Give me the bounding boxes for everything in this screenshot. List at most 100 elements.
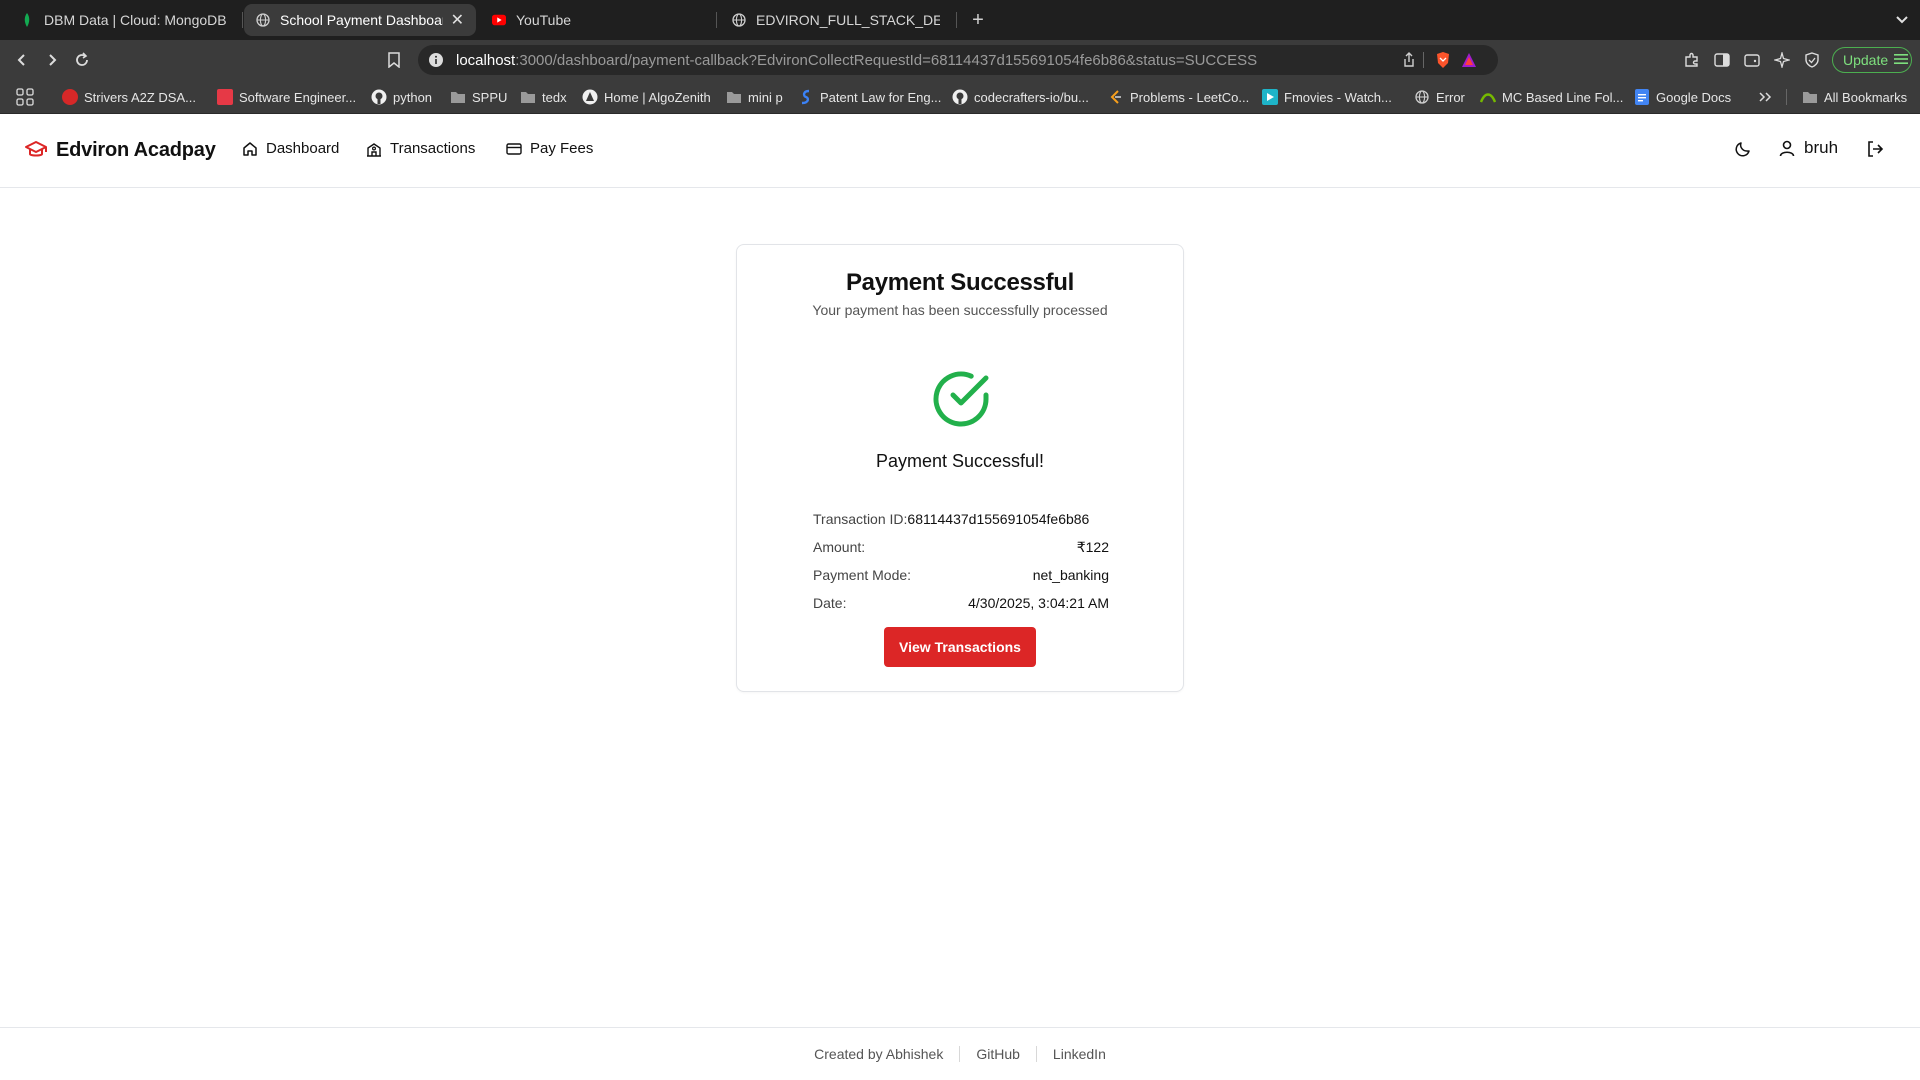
url-text[interactable]: localhost:3000/dashboard/payment-callbac… (456, 52, 1257, 69)
bookmark-google-docs[interactable]: Google Docs (1634, 88, 1731, 106)
bookmark-fmovies[interactable]: Fmovies - Watch... (1262, 88, 1392, 106)
logout-icon[interactable] (1866, 140, 1886, 160)
brand-logo-link[interactable]: Edviron Acadpay (24, 138, 216, 162)
chevron-down-icon[interactable] (1892, 8, 1912, 32)
transaction-id-row: Transaction ID: 68114437d155691054fe6b86 (813, 509, 1109, 529)
hamburger-menu-icon (1894, 52, 1909, 68)
algozenith-logo-icon (582, 89, 598, 105)
bookmark-label: Software Engineer... (239, 89, 357, 105)
footer-divider (959, 1046, 961, 1062)
bookmark-label: Fmovies - Watch... (1284, 89, 1392, 105)
brave-rewards-icon[interactable] (1460, 51, 1478, 69)
nav-dashboard[interactable]: Dashboard (242, 140, 339, 157)
close-tab-icon[interactable]: ✕ (443, 10, 464, 30)
tab-mongodb[interactable]: DBM Data | Cloud: MongoDB Cloud (8, 4, 240, 36)
bookmark-folder-sppu[interactable]: SPPU (450, 88, 507, 106)
payment-status-card: Payment Successful Your payment has been… (736, 244, 1184, 692)
tab-title: YouTube (516, 12, 572, 28)
payment-mode-value: net_banking (1032, 567, 1109, 583)
sidebar-icon[interactable] (1710, 48, 1734, 72)
bookmark-codecrafters[interactable]: codecrafters-io/bu... (952, 88, 1089, 106)
bookmark-label: python (393, 89, 433, 105)
folder-icon (726, 89, 742, 105)
linkedin-link[interactable]: LinkedIn (1053, 1046, 1106, 1062)
home-icon (243, 141, 257, 156)
bookmark-python[interactable]: python (371, 88, 432, 106)
all-bookmarks[interactable]: All Bookmarks (1802, 88, 1907, 106)
bookmark-patent-law[interactable]: Patent Law for Eng... (798, 88, 941, 106)
tab-title: EDVIRON_FULL_STACK_DEVELOPER (756, 12, 940, 28)
bookmark-label: Home | AlgoZenith (604, 89, 711, 105)
bookmark-leetcode[interactable]: Problems - LeetCo... (1108, 88, 1249, 106)
browser-tab-bar: DBM Data | Cloud: MongoDB Cloud School P… (0, 0, 1920, 40)
folder-icon (450, 89, 466, 105)
vpn-shield-icon[interactable] (1800, 48, 1824, 72)
bookmark-label: Error (1436, 89, 1465, 105)
bookmark-mc-line-follower[interactable]: MC Based Line Fol... (1480, 88, 1623, 106)
bookmark-label: Problems - LeetCo... (1130, 89, 1250, 105)
all-bookmarks-label: All Bookmarks (1824, 89, 1908, 105)
user-menu[interactable]: bruh (1778, 138, 1838, 158)
apps-grid-icon[interactable] (16, 88, 34, 106)
bookmark-icon[interactable] (382, 48, 406, 72)
tab-title: DBM Data | Cloud: MongoDB Cloud (44, 12, 228, 28)
bookmark-strivers[interactable]: Strivers A2Z DSA... (62, 88, 196, 106)
amount-value: ₹122 (1076, 538, 1109, 555)
url-host: localhost (456, 52, 516, 69)
forward-arrow-icon[interactable] (40, 48, 64, 72)
share-icon[interactable] (1400, 51, 1418, 69)
moon-icon[interactable] (1734, 140, 1754, 160)
tab-separator (242, 12, 243, 28)
brand-name: Edviron Acadpay (56, 138, 216, 161)
more-bookmarks-chevron-icon[interactable] (1758, 88, 1772, 106)
globe-icon (1414, 89, 1430, 105)
extensions-puzzle-icon[interactable] (1680, 48, 1704, 72)
address-bar[interactable]: localhost:3000/dashboard/payment-callbac… (418, 45, 1498, 75)
nav-pay-fees-label: Pay Fees (530, 140, 594, 157)
card-title: Payment Successful (845, 269, 1075, 296)
bookmark-label: Strivers A2Z DSA... (84, 89, 196, 105)
user-icon (1779, 140, 1795, 157)
github-link[interactable]: GitHub (976, 1046, 1020, 1062)
nav-pay-fees[interactable]: Pay Fees (506, 140, 593, 157)
update-label: Update (1843, 52, 1889, 68)
transaction-id-value: 68114437d155691054fe6b86 (907, 511, 1090, 527)
tab-youtube[interactable]: YouTube (480, 4, 712, 36)
app-navbar: Edviron Acadpay Dashboard Transactions P… (0, 114, 1920, 188)
tab-school-payment-dashboard[interactable]: School Payment Dashboard ✕ (244, 4, 476, 36)
github-icon (952, 89, 968, 105)
status-heading: Payment Successful! (875, 451, 1045, 471)
tab-separator (956, 12, 957, 28)
graduation-cap-icon (25, 141, 47, 157)
amount-label: Amount: (813, 539, 866, 555)
mongodb-leaf-icon (20, 13, 34, 27)
nav-transactions[interactable]: Transactions (366, 140, 475, 157)
bookmark-folder-mini-p[interactable]: mini p (726, 88, 783, 106)
update-button[interactable]: Update (1832, 47, 1912, 73)
bookmark-software-engineer[interactable]: Software Engineer... (217, 88, 356, 106)
payment-mode-row: Payment Mode: net_banking (813, 565, 1109, 585)
username: bruh (1804, 138, 1839, 157)
site-info-icon[interactable] (428, 52, 444, 68)
google-docs-icon (1634, 89, 1650, 105)
created-by-text: Created by Abhishek (814, 1046, 944, 1062)
bookmark-error[interactable]: Error (1414, 88, 1465, 106)
nav-dashboard-label: Dashboard (266, 140, 340, 157)
youtube-icon (492, 13, 506, 27)
view-transactions-button[interactable]: View Transactions (884, 627, 1036, 667)
footer: Created by Abhishek GitHub LinkedIn (0, 1027, 1920, 1080)
payment-mode-label: Payment Mode: (813, 567, 912, 583)
bookmark-label: mini p (748, 89, 783, 105)
leo-ai-sparkle-icon[interactable] (1770, 48, 1794, 72)
reload-icon[interactable] (70, 48, 94, 72)
wallet-icon[interactable] (1740, 48, 1764, 72)
school-building-icon (367, 142, 381, 157)
back-arrow-icon[interactable] (10, 48, 34, 72)
bookmark-folder-tedx[interactable]: tedx (520, 88, 567, 106)
new-tab-plus-icon[interactable]: + (966, 6, 990, 34)
globe-icon (256, 13, 270, 27)
brave-shield-icon[interactable] (1434, 51, 1452, 69)
bookmark-algozenith[interactable]: Home | AlgoZenith (582, 88, 711, 106)
bookmark-label: SPPU (472, 89, 508, 105)
tab-edviron-full-stack[interactable]: EDVIRON_FULL_STACK_DEVELOPER (720, 4, 952, 36)
